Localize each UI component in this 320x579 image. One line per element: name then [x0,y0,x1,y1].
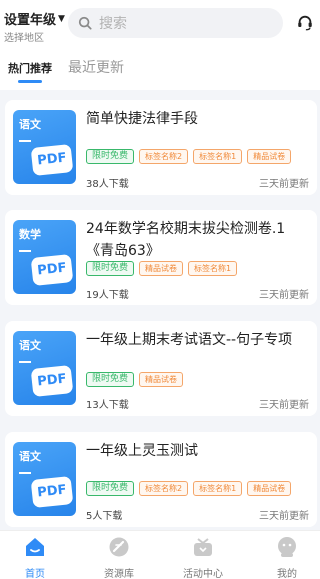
tag: 标签名称2 [139,481,189,496]
search-icon [78,16,92,30]
region-label[interactable]: 选择地区 [4,29,65,44]
download-count: 5人下载 [86,511,123,522]
bottom-tab-bar: 首页 资源库 活动中心 我的 [0,530,320,579]
cover-divider [19,361,31,363]
tag-free: 限时免费 [86,481,135,496]
search-placeholder: 搜索 [99,16,127,32]
home-icon [26,538,44,556]
search-bar[interactable]: 搜索 [68,8,283,38]
profile-icon [278,537,296,557]
update-time: 三天前更新 [259,179,309,190]
resource-card[interactable]: 语文 PDF 简单快捷法律手段 限时免费 标签名称2 标签名称1 精品试卷 38… [5,100,317,195]
resource-title: 简单快捷法律手段 [86,111,198,127]
pdf-icon: PDF [30,143,74,177]
pdf-icon: PDF [30,475,74,509]
resource-card[interactable]: 语文 PDF 一年级上期末考试语文--句子专项 限时免费 精品试卷 13人下载 … [5,321,317,416]
resource-list: 语文 PDF 简单快捷法律手段 限时免费 标签名称2 标签名称1 精品试卷 38… [0,90,320,530]
tabbar-label: 首页 [25,569,45,579]
cover-divider [19,250,31,252]
top-header: 设置年级 ▼ 选择地区 搜索 [0,0,320,44]
cover-subject: 语文 [19,450,41,463]
tag-free: 限时免费 [86,261,135,276]
cover-divider [19,472,31,474]
pdf-cover: 数学 PDF [13,220,76,294]
tag-row: 限时免费 精品试卷 标签名称1 [86,261,238,276]
resource-title: 一年级上期末考试语文--句子专项 [86,332,293,348]
download-count: 19人下载 [86,290,129,301]
tabbar-label: 我的 [277,569,297,579]
tab-hot-recommend[interactable]: 热门推荐 [8,60,52,76]
tag-row: 限时免费 标签名称2 标签名称1 精品试卷 [86,149,292,164]
grade-selector[interactable]: 设置年级 ▼ 选择地区 [4,9,65,44]
grade-label: 设置年级 [4,13,57,28]
tag-row: 限时免费 标签名称2 标签名称1 精品试卷 [86,481,292,496]
cover-subject: 数学 [19,228,41,241]
tab-recent-update[interactable]: 最近更新 [68,57,124,77]
download-count: 38人下载 [86,179,129,190]
tag: 精品试卷 [247,481,292,496]
tag-row: 限时免费 精品试卷 [86,372,184,387]
resource-title: 24年数学名校期末拔尖检测卷.1《青岛63》 [86,221,286,259]
tag-free: 限时免费 [86,149,135,164]
tag-free: 限时免费 [86,372,135,387]
tabbar-item-home[interactable]: 首页 [5,536,65,579]
resource-title: 一年级上灵玉测试 [86,443,198,459]
chevron-down-icon: ▼ [58,13,65,24]
update-time: 三天前更新 [259,400,309,411]
pdf-icon: PDF [30,253,74,287]
tag: 标签名称1 [193,149,243,164]
tabbar-item-resources[interactable]: 资源库 [89,536,149,579]
feed-tabs: 热门推荐 最近更新 [0,44,320,90]
pdf-cover: 语文 PDF [13,110,76,184]
update-time: 三天前更新 [259,290,309,301]
tag: 标签名称1 [188,261,238,276]
tabbar-item-activity[interactable]: 活动中心 [173,536,233,579]
cover-subject: 语文 [19,118,41,131]
customer-service-icon[interactable] [296,14,314,32]
download-count: 13人下载 [86,400,129,411]
activity-center-icon [194,538,212,556]
tag: 精品试卷 [139,372,184,387]
pdf-icon: PDF [30,364,74,398]
resource-card[interactable]: 语文 PDF 一年级上灵玉测试 限时免费 标签名称2 标签名称1 精品试卷 5人… [5,432,317,527]
pdf-cover: 语文 PDF [13,442,76,516]
tag: 精品试卷 [247,149,292,164]
tag: 标签名称2 [139,149,189,164]
pdf-cover: 语文 PDF [13,331,76,405]
tabbar-label: 资源库 [104,569,134,579]
active-tab-indicator [18,80,42,83]
tag: 精品试卷 [139,261,184,276]
cover-subject: 语文 [19,339,41,352]
cover-divider [19,140,31,142]
tabbar-item-profile[interactable]: 我的 [257,536,317,579]
resource-library-icon [109,537,129,557]
update-time: 三天前更新 [259,511,309,522]
resource-card[interactable]: 数学 PDF 24年数学名校期末拔尖检测卷.1《青岛63》 限时免费 精品试卷 … [5,210,317,305]
tabbar-label: 活动中心 [183,569,223,579]
tag: 标签名称1 [193,481,243,496]
